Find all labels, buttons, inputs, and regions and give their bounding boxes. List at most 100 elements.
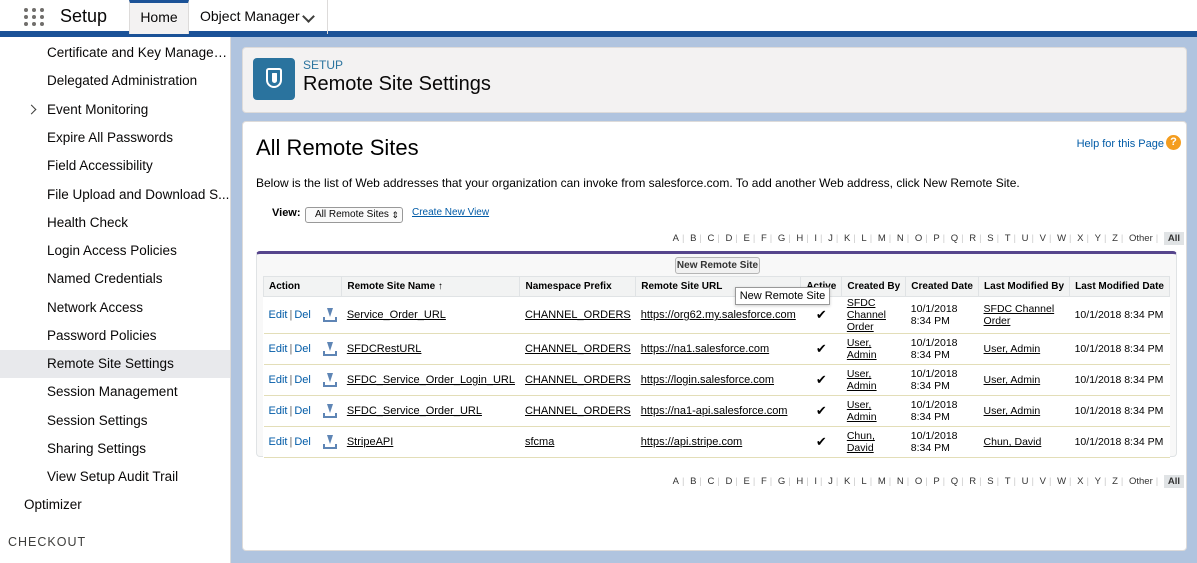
site-url-link[interactable]: https://login.salesforce.com [635, 364, 801, 396]
alpha-letter[interactable]: L [861, 233, 866, 244]
sidebar-item-sharing-settings[interactable]: Sharing Settings [0, 435, 230, 463]
site-url-link[interactable]: https://api.stripe.com [635, 426, 801, 458]
site-name-link[interactable]: Service_Order_URL [341, 296, 520, 334]
created-by-link[interactable]: Chun, David [841, 426, 906, 458]
alpha-letter[interactable]: H [796, 476, 803, 487]
alpha-letter[interactable]: Q [951, 476, 958, 487]
alpha-letter[interactable]: C [708, 476, 715, 487]
edit-link[interactable]: Edit [269, 405, 288, 417]
namespace-link[interactable]: CHANNEL_ORDERS [519, 333, 636, 365]
sidebar-item-login-access[interactable]: Login Access Policies [0, 237, 230, 265]
alpha-letter[interactable]: E [743, 476, 749, 487]
alpha-letter[interactable]: H [796, 233, 803, 244]
del-link[interactable]: Del [294, 405, 311, 417]
view-select[interactable]: All Remote Sites [305, 207, 403, 223]
sidebar-item-session-management[interactable]: Session Management [0, 378, 230, 406]
alpha-letter[interactable]: V [1040, 233, 1046, 244]
alpha-letter[interactable]: A [673, 233, 679, 244]
alpha-letter[interactable]: T [1005, 233, 1011, 244]
alpha-other[interactable]: Other [1129, 476, 1153, 487]
del-link[interactable]: Del [294, 343, 311, 355]
alpha-letter[interactable]: Y [1095, 233, 1101, 244]
modified-by-link[interactable]: SFDC Channel Order [978, 296, 1070, 334]
sidebar-item-field-accessibility[interactable]: Field Accessibility [0, 152, 230, 180]
alpha-letter[interactable]: M [878, 476, 886, 487]
site-url-link[interactable]: https://na1-api.salesforce.com [635, 395, 801, 427]
alpha-letter[interactable]: T [1005, 476, 1011, 487]
download-icon[interactable] [322, 308, 337, 322]
site-url-link[interactable]: https://na1.salesforce.com [635, 333, 801, 365]
alpha-letter[interactable]: B [690, 476, 696, 487]
alpha-all[interactable]: All [1163, 475, 1184, 488]
alpha-letter[interactable]: S [987, 233, 993, 244]
download-icon[interactable] [322, 342, 337, 356]
col-remote-site-name[interactable]: Remote Site Name ↑ [341, 276, 521, 297]
alpha-letter[interactable]: G [778, 476, 785, 487]
namespace-link[interactable]: sfcma [519, 426, 636, 458]
alpha-letter[interactable]: F [761, 476, 767, 487]
site-name-link[interactable]: SFDCRestURL [341, 333, 520, 365]
alpha-letter[interactable]: K [844, 233, 850, 244]
alpha-letter[interactable]: N [897, 476, 904, 487]
col-last-modified-by[interactable]: Last Modified By [978, 276, 1071, 297]
modified-by-link[interactable]: Chun, David [978, 426, 1070, 458]
alpha-letter[interactable]: O [915, 476, 922, 487]
col-namespace-prefix[interactable]: Namespace Prefix [519, 276, 637, 297]
alpha-letter[interactable]: G [778, 233, 785, 244]
alpha-letter[interactable]: P [933, 476, 939, 487]
alpha-letter[interactable]: D [726, 233, 733, 244]
alpha-letter[interactable]: O [915, 233, 922, 244]
sidebar-item-expire-passwords[interactable]: Expire All Passwords [0, 124, 230, 152]
col-last-modified-date[interactable]: Last Modified Date [1069, 276, 1170, 297]
modified-by-link[interactable]: User, Admin [978, 364, 1070, 396]
alpha-letter[interactable]: S [987, 476, 993, 487]
download-icon[interactable] [322, 404, 337, 418]
alpha-letter[interactable]: K [844, 476, 850, 487]
alpha-letter[interactable]: F [761, 233, 767, 244]
edit-link[interactable]: Edit [269, 436, 288, 448]
del-link[interactable]: Del [294, 309, 311, 321]
del-link[interactable]: Del [294, 436, 311, 448]
edit-link[interactable]: Edit [269, 343, 288, 355]
alpha-letter[interactable]: Q [951, 233, 958, 244]
tab-object-manager[interactable]: Object Manager [190, 0, 328, 34]
site-name-link[interactable]: SFDC_Service_Order_URL [341, 395, 520, 427]
created-by-link[interactable]: User, Admin [841, 364, 906, 396]
sidebar-item-delegated-admin[interactable]: Delegated Administration [0, 67, 230, 95]
edit-link[interactable]: Edit [269, 374, 288, 386]
alpha-letter[interactable]: I [814, 233, 817, 244]
chevron-down-icon[interactable] [302, 10, 315, 23]
app-launcher-icon[interactable] [24, 8, 46, 26]
alpha-letter[interactable]: A [673, 476, 679, 487]
sidebar-item-event-monitoring[interactable]: Event Monitoring [0, 96, 230, 124]
alpha-letter[interactable]: W [1057, 476, 1066, 487]
download-icon[interactable] [322, 435, 337, 449]
alpha-all[interactable]: All [1163, 232, 1184, 245]
alpha-letter[interactable]: J [828, 233, 833, 244]
alpha-letter[interactable]: X [1077, 476, 1083, 487]
alpha-other[interactable]: Other [1129, 233, 1153, 244]
alpha-letter[interactable]: U [1022, 233, 1029, 244]
sidebar-item-health-check[interactable]: Health Check [0, 209, 230, 237]
alpha-letter[interactable]: L [861, 476, 866, 487]
col-created-date[interactable]: Created Date [905, 276, 980, 297]
alpha-letter[interactable]: J [828, 476, 833, 487]
alpha-letter[interactable]: Z [1112, 476, 1118, 487]
site-name-link[interactable]: SFDC_Service_Order_Login_URL [341, 364, 520, 396]
alpha-letter[interactable]: B [690, 233, 696, 244]
sidebar-item-file-upload[interactable]: File Upload and Download S... [0, 181, 230, 209]
modified-by-link[interactable]: User, Admin [978, 395, 1070, 427]
alpha-letter[interactable]: Z [1112, 233, 1118, 244]
edit-link[interactable]: Edit [269, 309, 288, 321]
help-icon[interactable]: ? [1166, 135, 1181, 150]
chevron-right-icon[interactable] [26, 104, 37, 115]
created-by-link[interactable]: User, Admin [841, 333, 906, 365]
sidebar-item-audit-trail[interactable]: View Setup Audit Trail [0, 463, 230, 491]
col-created-by[interactable]: Created By [841, 276, 907, 297]
namespace-link[interactable]: CHANNEL_ORDERS [519, 296, 636, 334]
alpha-letter[interactable]: D [726, 476, 733, 487]
sidebar-item-optimizer[interactable]: Optimizer [0, 491, 230, 519]
alpha-letter[interactable]: V [1040, 476, 1046, 487]
alpha-letter[interactable]: N [897, 233, 904, 244]
alpha-letter[interactable]: U [1022, 476, 1029, 487]
